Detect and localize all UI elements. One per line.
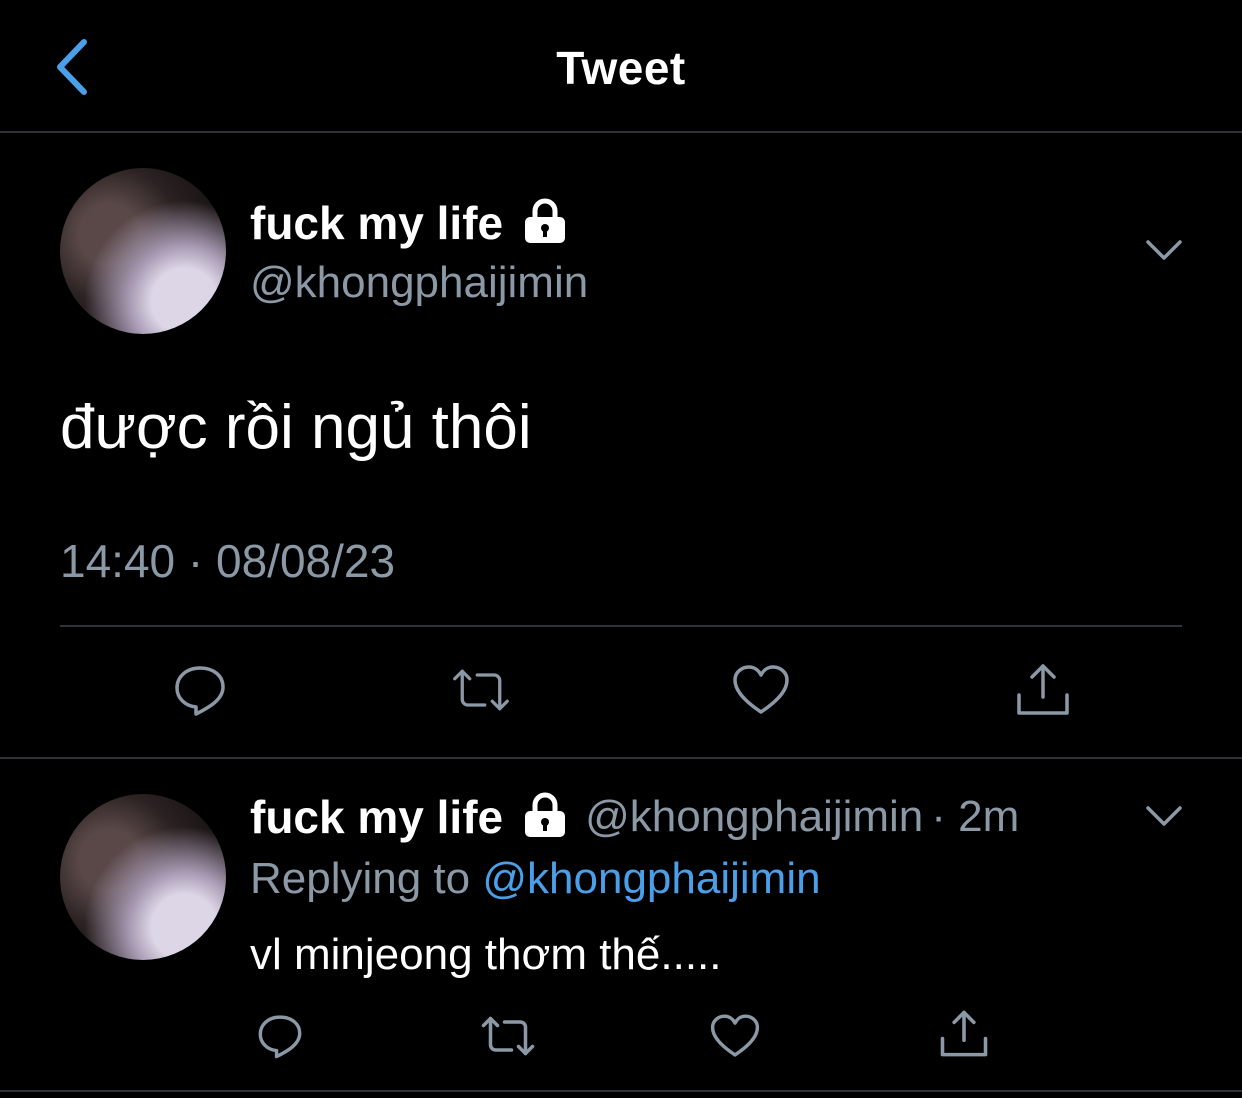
reply-retweet-button[interactable] [478, 1006, 538, 1066]
reply-lock-icon [523, 792, 567, 843]
page-title: Tweet [556, 42, 686, 94]
timestamp[interactable]: 14:40 · 08/08/23 [60, 534, 395, 588]
more-options-button[interactable] [1144, 238, 1184, 264]
replying-to: Replying to @khongphaijimin [250, 852, 821, 906]
like-button[interactable] [731, 660, 791, 720]
author-row: fuck my life [250, 196, 567, 250]
lock-icon [523, 198, 567, 249]
reply-handle[interactable]: @khongphaijimin [585, 790, 923, 844]
reply-avatar[interactable] [60, 794, 226, 960]
retweet-icon [481, 1016, 535, 1056]
like-icon [733, 665, 789, 714]
bottom-divider [0, 1090, 1242, 1092]
reply-like-button[interactable] [705, 1006, 765, 1066]
share-button[interactable] [1013, 660, 1073, 720]
tweet-text: được rồi ngủ thôi [60, 393, 532, 462]
share-icon [940, 1010, 988, 1057]
reply-share-button[interactable] [934, 1004, 994, 1064]
avatar[interactable] [60, 168, 226, 334]
reply-icon [175, 666, 225, 716]
reply-more-options-button[interactable] [1144, 804, 1184, 830]
chevron-down-icon [1146, 240, 1182, 260]
reply-text: vl minjeong thơm thế..... [250, 930, 722, 979]
replying-prefix: Replying to [250, 854, 471, 903]
tweet-divider [60, 625, 1182, 627]
reply-time: · 2m [931, 792, 1020, 841]
reply-icon [258, 1015, 302, 1059]
chevron-down-icon [1146, 806, 1182, 826]
retweet-icon [453, 669, 509, 711]
replying-mention-link[interactable]: @khongphaijimin [482, 854, 820, 903]
reply-display-name[interactable]: fuck my life [250, 790, 503, 844]
section-divider [0, 757, 1242, 759]
header-divider [0, 131, 1242, 133]
display-name[interactable]: fuck my life [250, 196, 503, 250]
share-icon [1017, 664, 1069, 715]
retweet-button[interactable] [451, 660, 511, 720]
reply-reply-button[interactable] [250, 1006, 310, 1066]
like-icon [710, 1014, 760, 1057]
reply-author-row: fuck my life @khongphaijimin · 2m [250, 790, 1019, 844]
handle[interactable]: @khongphaijimin [250, 256, 588, 310]
reply-button[interactable] [170, 660, 230, 720]
